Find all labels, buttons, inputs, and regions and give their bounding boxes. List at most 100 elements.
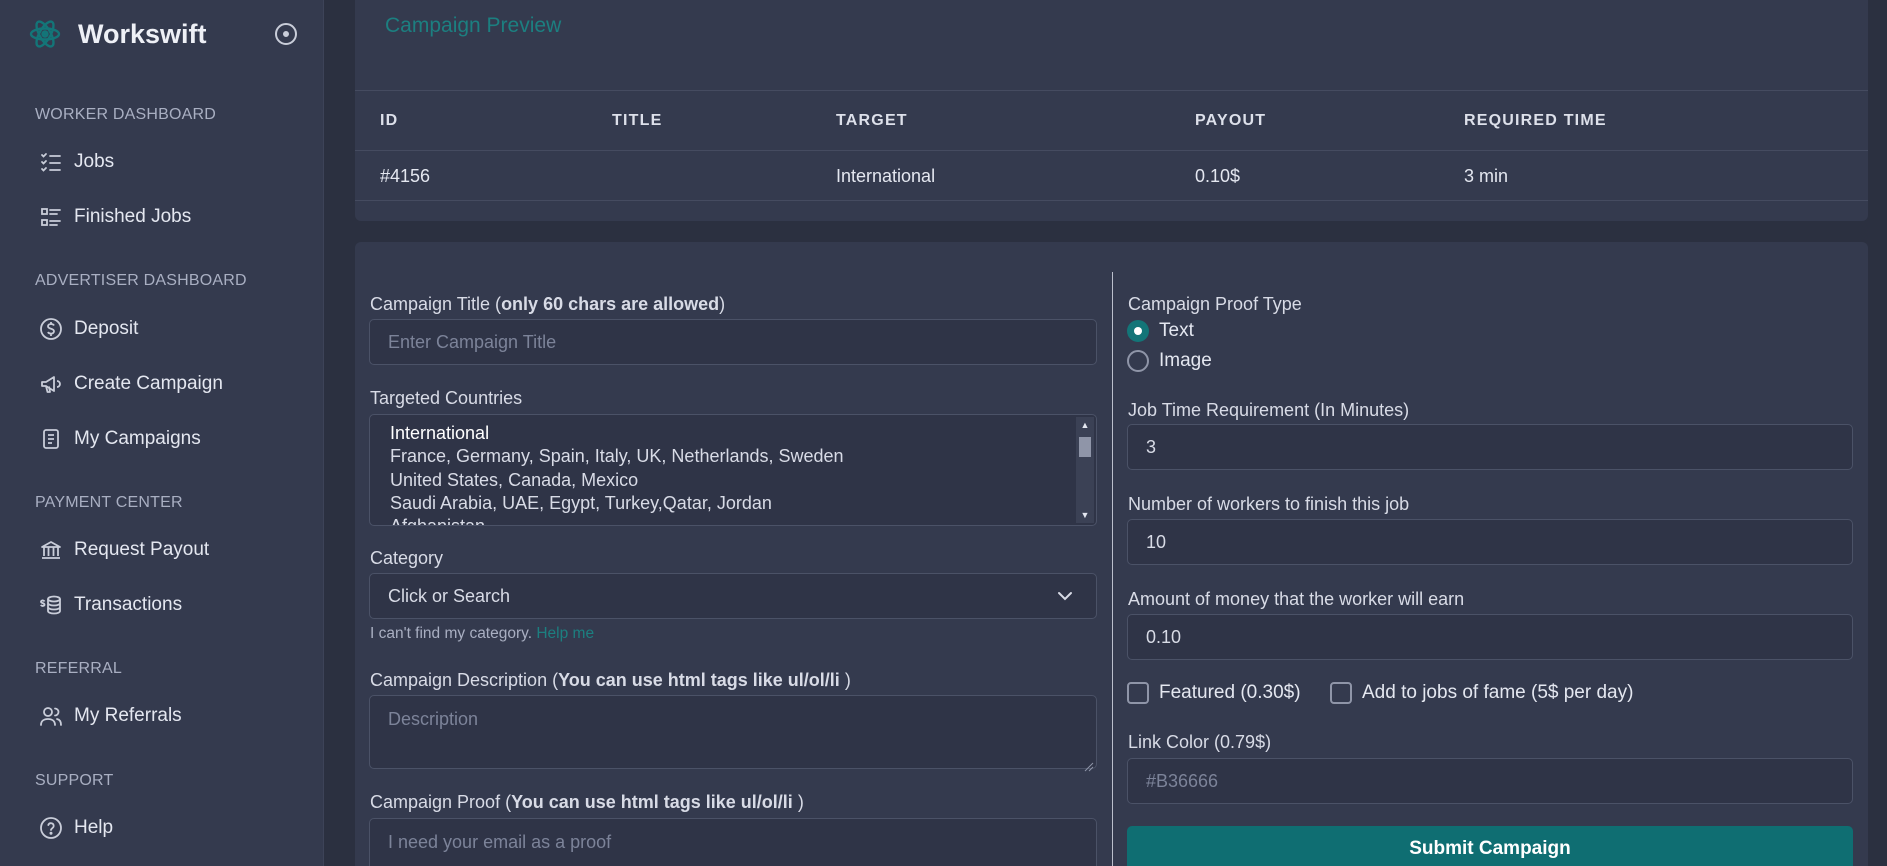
sidebar-item-jobs[interactable]: Jobs <box>38 145 114 179</box>
section-support: SUPPORT <box>35 772 114 789</box>
column-header-title: TITLE <box>612 112 663 129</box>
sidebar-item-help[interactable]: Help <box>38 811 113 845</box>
sidebar-item-label: Deposit <box>74 318 139 339</box>
sidebar-item-label: Request Payout <box>74 539 210 560</box>
brand: Workswift <box>28 16 298 52</box>
brand-name: Workswift <box>78 18 207 49</box>
proof-type-label: Campaign Proof Type <box>1128 294 1302 314</box>
category-hint: I can't find my category. Help me <box>370 625 595 642</box>
sidebar-item-transactions[interactable]: Transactions <box>38 588 182 622</box>
sidebar-item-my-campaigns[interactable]: My Campaigns <box>38 422 201 456</box>
cell-payout: 0.10$ <box>1195 165 1241 186</box>
job-time-label: Job Time Requirement (In Minutes) <box>1128 400 1410 420</box>
section-advertiser-dashboard: ADVERTISER DASHBOARD <box>35 272 247 289</box>
category-value: Click or Search <box>388 585 511 606</box>
megaphone-icon <box>38 371 64 397</box>
submit-campaign-button[interactable]: Submit Campaign <box>1127 826 1853 866</box>
list-icon <box>38 204 64 230</box>
radio-label: Text <box>1159 320 1194 341</box>
atom-logo-icon <box>28 17 62 51</box>
checkbox-label: Featured (0.30$) <box>1159 682 1301 703</box>
checkbox-unchecked-icon <box>1127 682 1149 704</box>
cell-required-time: 3 min <box>1464 165 1509 186</box>
job-time-input[interactable]: 3 <box>1127 424 1853 470</box>
circle-dot-icon[interactable] <box>274 22 298 46</box>
targeted-countries-select[interactable]: International France, Germany, Spain, It… <box>369 414 1097 526</box>
column-header-payout: PAYOUT <box>1195 112 1267 129</box>
help-me-link[interactable]: Help me <box>536 625 594 642</box>
table-row: #4156 International 0.10$ 3 min <box>355 151 1868 201</box>
worker-earnings-input[interactable]: 0.10 <box>1127 614 1853 660</box>
create-campaign-form: Campaign Title (only 60 chars are allowe… <box>355 242 1868 866</box>
worker-earnings-label: Amount of money that the worker will ear… <box>1128 589 1465 609</box>
sidebar-item-create-campaign[interactable]: Create Campaign <box>38 367 223 401</box>
country-option[interactable]: Saudi Arabia, UAE, Egypt, Turkey,Qatar, … <box>390 493 772 514</box>
sidebar-item-my-referrals[interactable]: My Referrals <box>38 699 182 733</box>
sidebar-item-label: Finished Jobs <box>74 206 192 227</box>
country-option[interactable]: International <box>390 423 489 444</box>
sidebar-item-label: Jobs <box>74 151 115 172</box>
scroll-up-icon[interactable]: ▲ <box>1076 418 1094 432</box>
section-referral: REFERRAL <box>35 660 122 677</box>
sidebar-item-request-payout[interactable]: Request Payout <box>38 533 209 567</box>
description-placeholder: Description <box>388 709 479 729</box>
checklist-icon <box>38 149 64 175</box>
bank-icon <box>38 537 64 563</box>
section-payment-center: PAYMENT CENTER <box>35 494 183 511</box>
dollar-circle-icon <box>38 316 64 342</box>
preview-table: ID TITLE TARGET PAYOUT REQUIRED TIME #41… <box>355 90 1868 201</box>
resize-handle-icon[interactable] <box>1084 756 1094 772</box>
category-label: Category <box>370 548 444 568</box>
campaign-proof-label: Campaign Proof (You can use html tags li… <box>370 792 804 812</box>
cell-id: #4156 <box>380 165 431 186</box>
campaign-description-textarea[interactable]: Description <box>369 695 1097 772</box>
radio-unchecked-icon <box>1127 350 1149 372</box>
column-divider <box>1112 272 1113 866</box>
campaign-preview-card: Campaign Preview ID TITLE TARGET PAYOUT … <box>355 0 1868 221</box>
country-option[interactable]: United States, Canada, Mexico <box>390 470 638 491</box>
sidebar-item-label: Help <box>74 817 114 838</box>
sidebar-item-deposit[interactable]: Deposit <box>38 312 138 346</box>
link-color-label: Link Color (0.79$) <box>1128 732 1272 752</box>
featured-checkbox[interactable]: Featured (0.30$) <box>1127 682 1301 704</box>
campaign-title-label: Campaign Title (only 60 chars are allowe… <box>370 294 726 314</box>
sidebar-item-finished-jobs[interactable]: Finished Jobs <box>38 200 191 234</box>
help-circle-icon <box>38 815 64 841</box>
scrollbar-thumb[interactable] <box>1079 437 1091 457</box>
workers-count-label: Number of workers to finish this job <box>1128 494 1410 514</box>
targeted-countries-label: Targeted Countries <box>370 388 523 408</box>
category-select[interactable]: Click or Search <box>369 573 1097 619</box>
table-header-row: ID TITLE TARGET PAYOUT REQUIRED TIME <box>355 91 1868 151</box>
sidebar-item-label: My Referrals <box>74 705 182 726</box>
jobs-of-fame-checkbox[interactable]: Add to jobs of fame (5$ per day) <box>1330 682 1633 704</box>
preview-title: Campaign Preview <box>385 14 562 37</box>
campaign-title-input[interactable]: Enter Campaign Title <box>369 319 1097 365</box>
campaign-proof-textarea[interactable]: I need your email as a proof <box>369 818 1097 866</box>
workers-count-input[interactable]: 10 <box>1127 519 1853 565</box>
scroll-down-icon[interactable]: ▼ <box>1076 508 1094 522</box>
coins-icon <box>38 592 64 618</box>
proof-type-text-radio[interactable]: Text <box>1127 320 1194 342</box>
users-icon <box>38 703 64 729</box>
column-header-id: ID <box>380 112 399 129</box>
radio-checked-icon <box>1127 320 1149 342</box>
sidebar-item-label: Transactions <box>74 594 183 615</box>
sidebar-item-label: Create Campaign <box>74 373 223 394</box>
sidebar: Workswift WORKER DASHBOARD Jobs Finished… <box>0 0 324 866</box>
section-worker-dashboard: WORKER DASHBOARD <box>35 106 216 123</box>
checkbox-unchecked-icon <box>1330 682 1352 704</box>
column-header-required-time: REQUIRED TIME <box>1464 112 1607 129</box>
country-option[interactable]: Afghanistan <box>390 516 485 525</box>
campaign-description-label: Campaign Description (You can use html t… <box>370 670 851 690</box>
proof-type-image-radio[interactable]: Image <box>1127 350 1212 372</box>
radio-label: Image <box>1159 350 1212 371</box>
country-option[interactable]: France, Germany, Spain, Italy, UK, Nethe… <box>390 446 844 467</box>
document-icon <box>38 426 64 452</box>
listbox-scrollbar[interactable]: ▲ ▼ <box>1076 417 1094 523</box>
checkbox-label: Add to jobs of fame (5$ per day) <box>1362 682 1634 703</box>
chevron-down-icon <box>1056 587 1074 605</box>
sidebar-item-label: My Campaigns <box>74 428 201 449</box>
column-header-target: TARGET <box>836 112 908 129</box>
link-color-input[interactable]: #B36666 <box>1127 758 1853 804</box>
cell-target: International <box>836 165 936 186</box>
